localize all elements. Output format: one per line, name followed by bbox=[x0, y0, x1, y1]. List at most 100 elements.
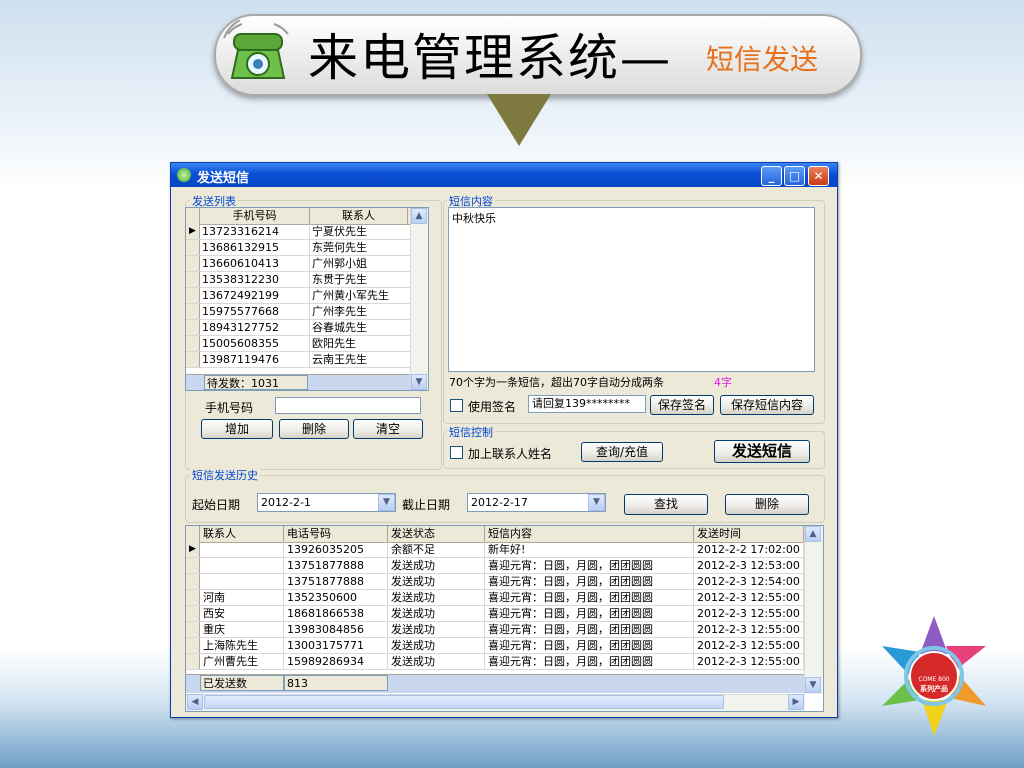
history-phone-cell[interactable]: 13926035205 bbox=[284, 542, 388, 557]
send-list-grid[interactable]: 手机号码 联系人 ▶ 13723316214 宁夏伏先生 13686132915 东莞何… bbox=[185, 207, 429, 391]
history-phone-cell[interactable]: 18681866538 bbox=[284, 606, 388, 621]
history-contact-cell[interactable]: 西安 bbox=[200, 606, 284, 621]
row-selector[interactable]: ▶ bbox=[186, 542, 200, 557]
send-list-phone-cell[interactable]: 15005608355 bbox=[200, 336, 310, 351]
row-selector[interactable] bbox=[186, 352, 200, 367]
send-list-phone-cell[interactable]: 13538312230 bbox=[200, 272, 310, 287]
history-vscrollbar[interactable] bbox=[804, 526, 823, 694]
column-header-contact[interactable]: 联系人 bbox=[200, 526, 284, 542]
send-list-phone-cell[interactable]: 13723316214 bbox=[200, 224, 310, 239]
row-selector[interactable] bbox=[186, 320, 200, 335]
column-header-phone[interactable]: 电话号码 bbox=[284, 526, 388, 542]
history-content-cell[interactable]: 喜迎元宵：日圆，月圆，团团圆圆 bbox=[485, 574, 694, 589]
history-contact-cell[interactable] bbox=[200, 558, 284, 573]
send-list-phone-cell[interactable]: 13686132915 bbox=[200, 240, 310, 255]
history-time-cell[interactable]: 2012-2-3 12:55:00 bbox=[694, 606, 804, 621]
history-time-cell[interactable]: 2012-2-3 12:55:00 bbox=[694, 590, 804, 605]
history-phone-cell[interactable]: 13983084856 bbox=[284, 622, 388, 637]
send-list-phone-cell[interactable]: 13987119476 bbox=[200, 352, 310, 367]
search-button[interactable]: 查找 bbox=[624, 494, 708, 515]
history-hscroll-thumb[interactable] bbox=[204, 695, 724, 709]
row-selector[interactable] bbox=[186, 336, 200, 351]
row-selector[interactable] bbox=[186, 558, 200, 573]
row-selector[interactable] bbox=[186, 590, 200, 605]
column-header-contact[interactable]: 联系人 bbox=[310, 208, 408, 224]
history-contact-cell[interactable]: 广州曹先生 bbox=[200, 654, 284, 669]
history-content-cell[interactable]: 喜迎元宵：日圆，月圆，团团圆圆 bbox=[485, 654, 694, 669]
history-time-cell[interactable]: 2012-2-3 12:53:00 bbox=[694, 558, 804, 573]
sms-content-textarea[interactable]: 中秋快乐 bbox=[448, 207, 815, 372]
save-content-button[interactable]: 保存短信内容 bbox=[720, 395, 814, 415]
history-content-cell[interactable]: 喜迎元宵：日圆，月圆，团团圆圆 bbox=[485, 622, 694, 637]
history-time-cell[interactable]: 2012-2-2 17:02:00 bbox=[694, 542, 804, 557]
history-time-cell[interactable]: 2012-2-3 12:55:00 bbox=[694, 654, 804, 669]
history-content-cell[interactable]: 喜迎元宵：日圆，月圆，团团圆圆 bbox=[485, 590, 694, 605]
history-contact-cell[interactable] bbox=[200, 542, 284, 557]
close-button[interactable]: ✕ bbox=[808, 166, 829, 186]
column-header-content[interactable]: 短信内容 bbox=[485, 526, 694, 542]
row-selector[interactable] bbox=[186, 638, 200, 653]
history-delete-button[interactable]: 删除 bbox=[725, 494, 809, 515]
send-list-contact-cell[interactable]: 宁夏伏先生 bbox=[310, 224, 410, 239]
row-selector[interactable] bbox=[186, 240, 200, 255]
history-grid[interactable]: 联系人 电话号码 发送状态 短信内容 发送时间 ▶ 13926035205 余额不足… bbox=[185, 525, 824, 712]
history-contact-cell[interactable] bbox=[200, 574, 284, 589]
history-status-cell[interactable]: 余额不足 bbox=[388, 542, 485, 557]
send-list-phone-cell[interactable]: 13672492199 bbox=[200, 288, 310, 303]
history-phone-cell[interactable]: 1352350600 bbox=[284, 590, 388, 605]
send-list-scrollbar[interactable] bbox=[410, 208, 428, 390]
history-scroll-right-icon[interactable]: ▶ bbox=[788, 694, 804, 710]
add-name-checkbox[interactable] bbox=[450, 446, 463, 459]
column-header-phone[interactable]: 手机号码 bbox=[200, 208, 310, 224]
scroll-up-icon[interactable]: ▲ bbox=[411, 208, 427, 224]
history-contact-cell[interactable]: 上海陈先生 bbox=[200, 638, 284, 653]
history-content-cell[interactable]: 喜迎元宵：日圆，月圆，团团圆圆 bbox=[485, 606, 694, 621]
end-date-select[interactable]: 2012-2-17 bbox=[467, 493, 606, 512]
row-selector[interactable]: ▶ bbox=[186, 224, 200, 239]
history-content-cell[interactable]: 新年好! bbox=[485, 542, 694, 557]
row-selector[interactable] bbox=[186, 272, 200, 287]
history-status-cell[interactable]: 发送成功 bbox=[388, 558, 485, 573]
start-date-select[interactable]: 2012-2-1 bbox=[257, 493, 396, 512]
history-contact-cell[interactable]: 重庆 bbox=[200, 622, 284, 637]
history-content-cell[interactable]: 喜迎元宵：日圆，月圆，团团圆圆 bbox=[485, 558, 694, 573]
query-recharge-button[interactable]: 查询/充值 bbox=[581, 442, 663, 462]
window-titlebar[interactable]: 发送短信 _ □ ✕ bbox=[171, 163, 837, 187]
start-date-dropdown-icon[interactable]: ▼ bbox=[378, 494, 395, 511]
history-phone-cell[interactable]: 15989286934 bbox=[284, 654, 388, 669]
send-list-contact-cell[interactable]: 广州李先生 bbox=[310, 304, 410, 319]
send-list-contact-cell[interactable]: 欧阳先生 bbox=[310, 336, 410, 351]
history-contact-cell[interactable]: 河南 bbox=[200, 590, 284, 605]
row-selector[interactable] bbox=[186, 574, 200, 589]
history-status-cell[interactable]: 发送成功 bbox=[388, 574, 485, 589]
scroll-down-icon[interactable]: ▼ bbox=[411, 374, 427, 390]
history-status-cell[interactable]: 发送成功 bbox=[388, 590, 485, 605]
history-scroll-down-icon[interactable]: ▼ bbox=[805, 677, 821, 693]
add-button[interactable]: 增加 bbox=[201, 419, 273, 439]
maximize-button[interactable]: □ bbox=[784, 166, 805, 186]
signature-input[interactable]: 请回复139******** bbox=[528, 395, 646, 413]
history-scroll-up-icon[interactable]: ▲ bbox=[805, 526, 821, 542]
send-list-contact-cell[interactable]: 东贯于先生 bbox=[310, 272, 410, 287]
minimize-button[interactable]: _ bbox=[761, 166, 782, 186]
send-list-contact-cell[interactable]: 云南王先生 bbox=[310, 352, 410, 367]
history-status-cell[interactable]: 发送成功 bbox=[388, 606, 485, 621]
row-selector[interactable] bbox=[186, 256, 200, 271]
send-list-phone-cell[interactable]: 15975577668 bbox=[200, 304, 310, 319]
send-sms-button[interactable]: 发送短信 bbox=[714, 440, 810, 463]
history-status-cell[interactable]: 发送成功 bbox=[388, 654, 485, 669]
history-time-cell[interactable]: 2012-2-3 12:54:00 bbox=[694, 574, 804, 589]
history-phone-cell[interactable]: 13003175771 bbox=[284, 638, 388, 653]
history-time-cell[interactable]: 2012-2-3 12:55:00 bbox=[694, 622, 804, 637]
send-list-phone-cell[interactable]: 18943127752 bbox=[200, 320, 310, 335]
send-list-contact-cell[interactable]: 东莞何先生 bbox=[310, 240, 410, 255]
phone-input[interactable] bbox=[275, 397, 421, 414]
send-list-contact-cell[interactable]: 谷春城先生 bbox=[310, 320, 410, 335]
row-selector[interactable] bbox=[186, 288, 200, 303]
row-selector[interactable] bbox=[186, 304, 200, 319]
column-header-time[interactable]: 发送时间 bbox=[694, 526, 804, 542]
send-list-contact-cell[interactable]: 广州黄小军先生 bbox=[310, 288, 410, 303]
row-selector[interactable] bbox=[186, 654, 200, 669]
end-date-dropdown-icon[interactable]: ▼ bbox=[588, 494, 605, 511]
history-content-cell[interactable]: 喜迎元宵：日圆，月圆，团团圆圆 bbox=[485, 638, 694, 653]
